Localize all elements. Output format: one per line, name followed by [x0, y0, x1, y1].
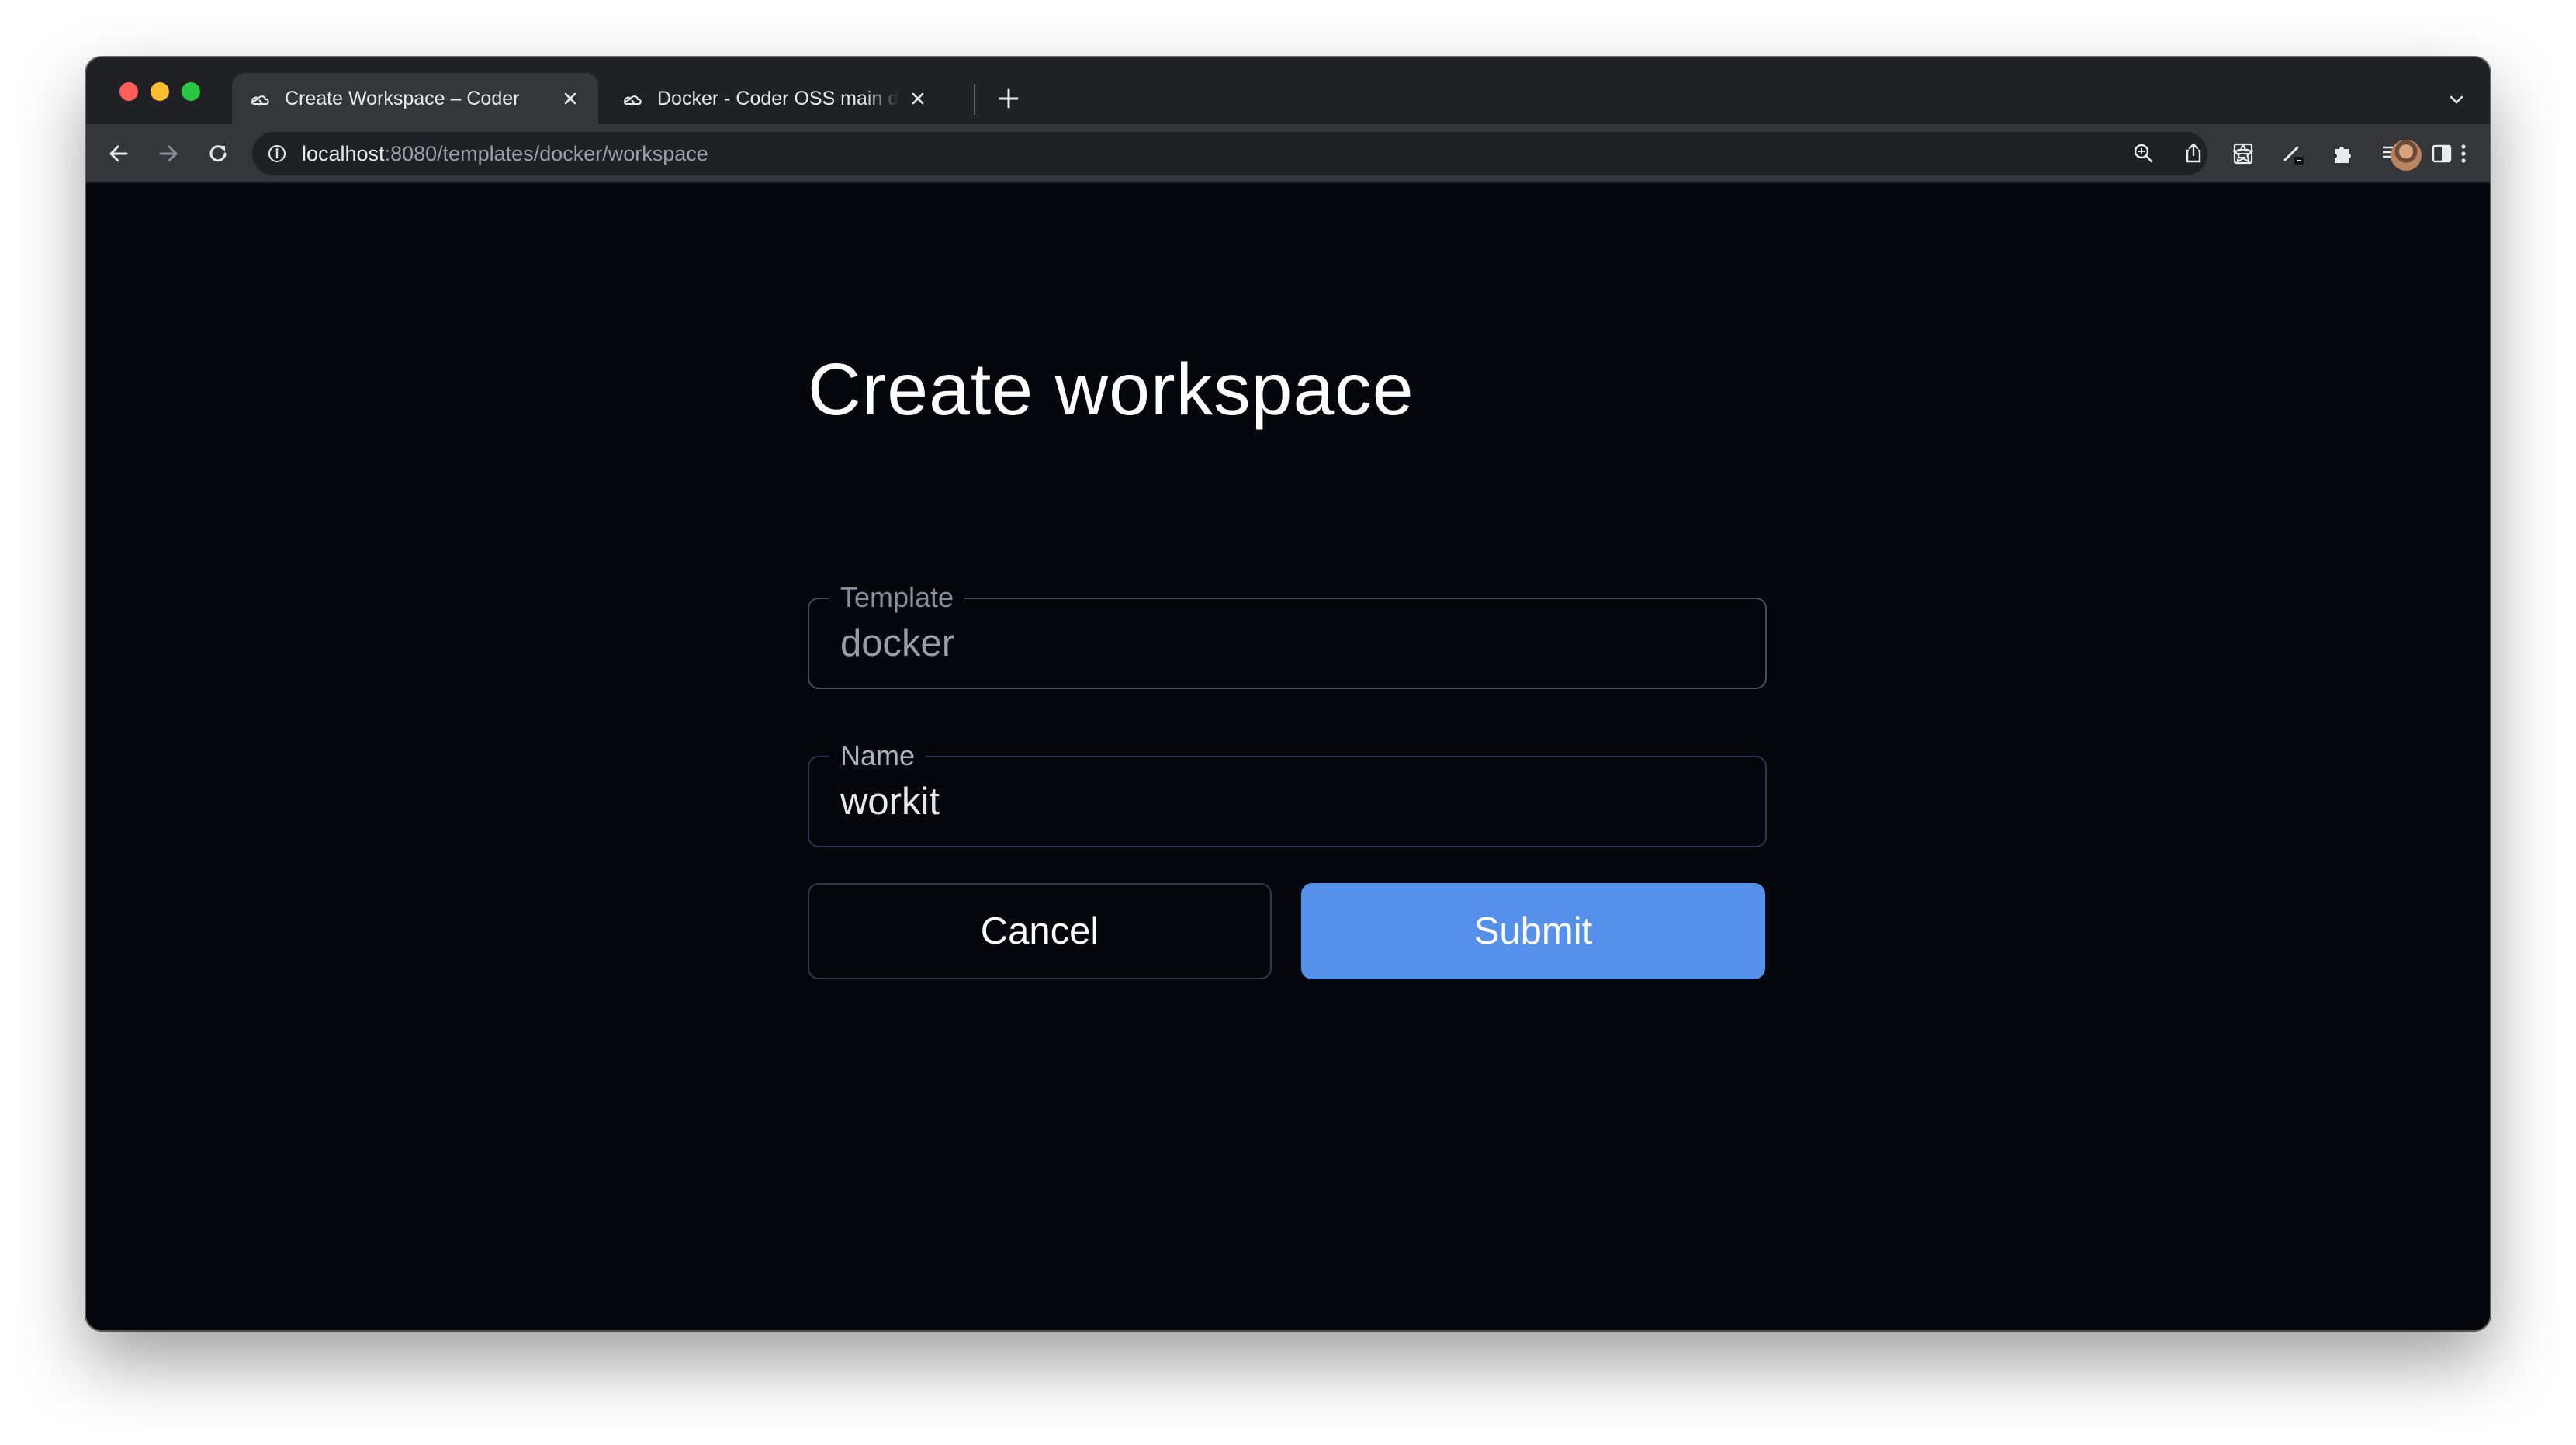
address-bar[interactable]: localhost:8080/templates/docker/workspac… [252, 132, 2254, 175]
pen-extension-icon[interactable] [2279, 140, 2307, 168]
profile-avatar[interactable] [2391, 140, 2422, 171]
template-input[interactable] [840, 599, 1733, 688]
name-field: Name [808, 740, 1767, 847]
coder-logo-icon [251, 95, 269, 106]
tab-separator [974, 84, 975, 115]
reload-icon[interactable] [204, 140, 232, 168]
tab-docker-docs[interactable]: Docker - Coder OSS main docs [604, 73, 946, 124]
forward-arrow-icon[interactable] [154, 140, 182, 168]
url-path: :8080/templates/docker/workspace [384, 142, 708, 165]
url-host: localhost [302, 142, 385, 165]
zoom-window-button[interactable] [182, 82, 200, 101]
reading-mode-icon[interactable] [2229, 140, 2257, 168]
tab-strip: Create Workspace – Coder Docker - Coder … [86, 57, 2490, 124]
tab-title: Docker - Coder OSS main docs [657, 87, 899, 109]
back-arrow-icon[interactable] [105, 140, 133, 168]
template-field: Template [808, 582, 1767, 689]
page-title: Create workspace [808, 348, 1414, 431]
new-tab-icon[interactable] [995, 85, 1022, 112]
extensions-puzzle-icon[interactable] [2328, 140, 2356, 168]
minimize-window-button[interactable] [151, 82, 169, 101]
site-info-icon[interactable] [266, 143, 288, 165]
close-tab-icon[interactable] [559, 88, 581, 109]
browser-window: Create Workspace – Coder Docker - Coder … [86, 57, 2490, 1330]
name-input[interactable] [840, 757, 1733, 846]
close-tab-icon[interactable] [907, 88, 929, 109]
close-window-button[interactable] [119, 82, 138, 101]
share-icon[interactable] [2180, 140, 2207, 168]
tab-create-workspace[interactable]: Create Workspace – Coder [232, 73, 598, 124]
cancel-button[interactable]: Cancel [808, 883, 1272, 979]
page-content: Create workspace Template Name Cancel Su… [86, 183, 2490, 1330]
browser-toolbar: localhost:8080/templates/docker/workspac… [86, 124, 2490, 183]
submit-button[interactable]: Submit [1301, 883, 1765, 979]
coder-logo-icon [623, 95, 642, 106]
url-text[interactable]: localhost:8080/templates/docker/workspac… [302, 132, 708, 175]
zoom-icon[interactable] [2130, 140, 2158, 168]
tab-title: Create Workspace – Coder [285, 87, 520, 109]
browser-menu-icon[interactable] [2450, 140, 2477, 168]
chevron-down-icon[interactable] [2445, 88, 2468, 112]
